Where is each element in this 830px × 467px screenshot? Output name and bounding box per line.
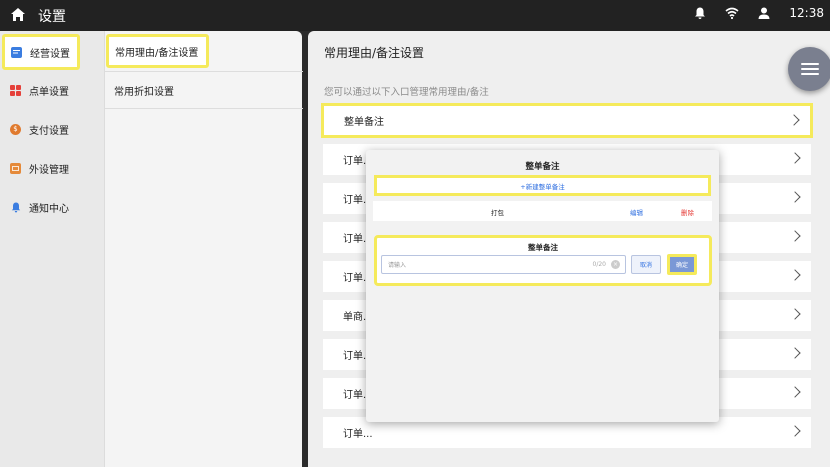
chevron-right-icon xyxy=(789,308,801,320)
coin-icon: $ xyxy=(10,123,21,135)
subnav-item-reasons[interactable]: 常用理由/备注设置 xyxy=(106,34,209,68)
dialog-title: 整单备注 xyxy=(525,162,560,172)
chevron-right-icon xyxy=(789,347,801,359)
note-name: 打包 xyxy=(491,209,504,217)
menu-icon xyxy=(801,60,819,78)
sidebar-item-label: 点单设置 xyxy=(29,86,69,98)
row-label: 整单备注 xyxy=(344,117,384,128)
section-title: 常用理由/备注设置 xyxy=(324,46,425,60)
chevron-right-icon xyxy=(789,230,801,242)
sidebar-item-business[interactable]: 经营设置 xyxy=(2,34,80,70)
subnav-item-label: 常用理由/备注设置 xyxy=(115,47,199,59)
note-row: 打包 编辑 删除 xyxy=(373,201,712,221)
row-order-note[interactable]: 整单备注 xyxy=(321,103,813,138)
order-note-dialog: 整单备注 +新建整单备注 打包 编辑 删除 整单备注 请输入 0/20 × 取消… xyxy=(366,150,719,422)
sidebar: 经营设置 点单设置 $ 支付设置 外设管理 通知中心 xyxy=(0,31,104,467)
input-placeholder: 请输入 xyxy=(388,262,407,269)
sub-navigation: 常用理由/备注设置 常用折扣设置 xyxy=(104,31,303,467)
status-bar: 12:38 xyxy=(693,6,824,20)
form-title: 整单备注 xyxy=(528,243,558,252)
chevron-right-icon xyxy=(789,191,801,203)
section-description: 您可以通过以下入口管理常用理由/备注 xyxy=(324,87,489,98)
delete-button[interactable]: 删除 xyxy=(681,207,694,217)
chevron-right-icon xyxy=(789,152,801,164)
row-label: 订单... xyxy=(343,429,373,440)
clear-icon[interactable]: × xyxy=(611,260,620,269)
home-icon[interactable] xyxy=(10,7,26,23)
subnav-item-label: 常用折扣设置 xyxy=(114,86,174,98)
sidebar-item-payment[interactable]: $ 支付设置 xyxy=(0,111,104,147)
char-count: 0/20 xyxy=(592,261,606,268)
grid-icon xyxy=(10,84,21,96)
confirm-button[interactable]: 确定 xyxy=(667,254,697,275)
sidebar-item-label: 外设管理 xyxy=(29,164,69,176)
subnav-item-discounts[interactable]: 常用折扣设置 xyxy=(105,71,303,109)
edit-button[interactable]: 编辑 xyxy=(630,207,643,217)
page-title: 设置 xyxy=(38,9,66,25)
add-note-button[interactable]: +新建整单备注 xyxy=(374,175,711,196)
top-bar: 设置 12:38 xyxy=(0,0,830,31)
chevron-right-icon xyxy=(789,269,801,281)
list-icon xyxy=(11,46,22,58)
bell-icon[interactable] xyxy=(693,6,707,20)
sidebar-item-label: 支付设置 xyxy=(29,125,69,137)
sidebar-item-label: 通知中心 xyxy=(29,203,69,215)
user-icon[interactable] xyxy=(757,6,771,20)
wifi-icon xyxy=(725,7,739,20)
cancel-button[interactable]: 取消 xyxy=(631,255,661,274)
chevron-right-icon xyxy=(789,425,801,437)
sidebar-item-notifications[interactable]: 通知中心 xyxy=(0,189,104,225)
chevron-right-icon xyxy=(788,114,800,126)
sidebar-item-peripherals[interactable]: 外设管理 xyxy=(0,150,104,186)
sidebar-item-label: 经营设置 xyxy=(30,48,70,60)
new-note-form: 整单备注 请输入 0/20 × 取消 确定 xyxy=(374,235,712,286)
bell-icon xyxy=(10,202,21,213)
sidebar-item-order[interactable]: 点单设置 xyxy=(0,72,104,108)
note-input[interactable]: 请输入 0/20 × xyxy=(381,255,626,274)
menu-button[interactable] xyxy=(788,47,830,91)
device-icon xyxy=(10,162,21,174)
clock: 12:38 xyxy=(789,6,824,20)
chevron-right-icon xyxy=(789,386,801,398)
